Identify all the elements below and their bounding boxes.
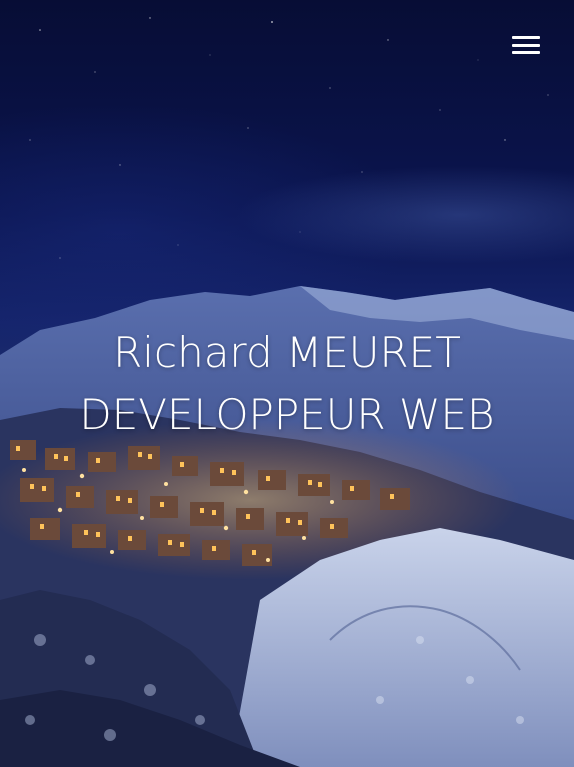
hamburger-menu-icon <box>512 36 540 39</box>
hamburger-menu-icon-bar <box>512 51 540 54</box>
hero-name: Richard MEURET <box>113 328 461 377</box>
hero-role: DEVELOPPEUR WEB <box>79 390 495 439</box>
hamburger-menu-icon-bar <box>512 43 540 47</box>
hamburger-menu-button[interactable] <box>512 34 540 56</box>
hero-section: Richard MEURET DEVELOPPEUR WEB <box>0 0 574 767</box>
hero-heading: Richard MEURET DEVELOPPEUR WEB <box>0 322 574 446</box>
